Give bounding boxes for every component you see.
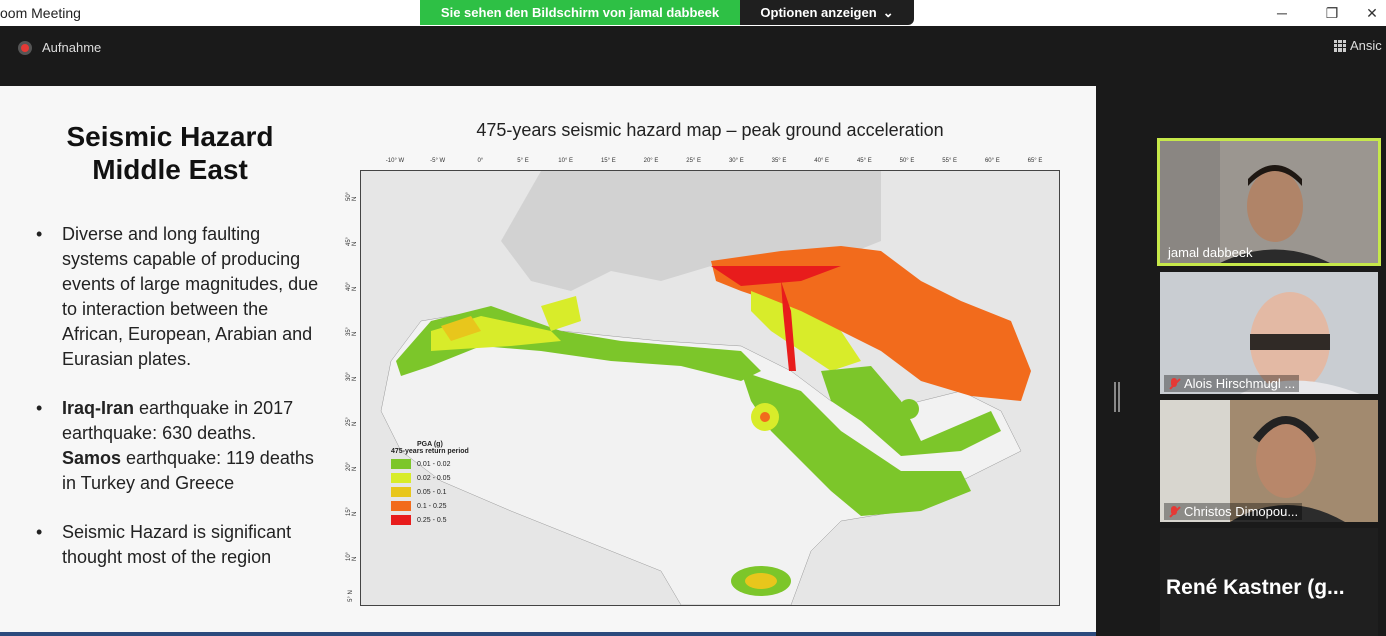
longitude-tick-label: 10° E — [558, 158, 574, 164]
legend-entry: 0.25 - 0.5 — [391, 515, 469, 525]
record-icon — [18, 40, 32, 55]
legend-entry: 0.1 - 0.25 — [391, 501, 469, 511]
view-options-button[interactable]: Optionen anzeigen ⌄ — [740, 0, 914, 25]
muted-mic-icon — [1168, 505, 1180, 518]
longitude-tick-label: -10° W — [385, 158, 405, 164]
latitude-tick-label: 40° N — [346, 281, 358, 291]
meeting-toolbar: Aufnahme Ansic — [0, 26, 1386, 86]
legend-swatch — [391, 473, 411, 483]
longitude-tick-label: 45° E — [856, 158, 872, 164]
view-options-label: Optionen anzeigen — [760, 5, 877, 20]
legend-swatch — [391, 487, 411, 497]
bullet-item: • Iraq-Iran earthquake in 2017 earthquak… — [36, 396, 326, 496]
legend-title: PGA (g) — [417, 441, 443, 448]
chevron-down-icon: ⌄ — [882, 4, 894, 20]
latitude-tick-label: 10° N — [346, 551, 358, 561]
participant-tile-active[interactable]: jamal dabbeek — [1157, 138, 1381, 266]
longitude-tick-label: 35° E — [771, 158, 787, 164]
legend-entry: 0.01 - 0.02 — [391, 459, 469, 469]
bullet-item: • Diverse and long faulting systems capa… — [36, 222, 326, 372]
legend-swatch — [391, 501, 411, 511]
panel-resize-handle[interactable] — [1114, 382, 1120, 412]
legend-entry: 0.05 - 0.1 — [391, 487, 469, 497]
shared-screen-slide: Seismic Hazard Middle East • Diverse and… — [0, 86, 1096, 632]
latitude-tick-label: 20° N — [346, 461, 358, 471]
latitude-tick-label: 50° N — [346, 191, 358, 201]
longitude-tick-label: -5° W — [430, 158, 446, 164]
participant-tile[interactable]: Alois Hirschmugl ... — [1160, 272, 1378, 394]
bullet-text: Diverse and long faulting systems capabl… — [62, 224, 319, 369]
longitude-tick-label: 55° E — [942, 158, 958, 164]
legend-entry: 0.02 - 0.05 — [391, 473, 469, 483]
latitude-tick-label: 15° N — [346, 506, 358, 516]
longitude-tick-label: 20° E — [643, 158, 659, 164]
restore-button[interactable]: ❐ — [1312, 0, 1352, 26]
legend-swatch — [391, 515, 411, 525]
window-title: oom Meeting — [0, 5, 81, 21]
record-button[interactable]: Aufnahme — [18, 40, 101, 55]
muted-mic-icon — [1168, 377, 1180, 390]
bullet-text: Iraq-Iran earthquake in 2017 earthquake:… — [62, 398, 314, 493]
record-label: Aufnahme — [42, 40, 102, 55]
bullet-marker: • — [36, 224, 43, 244]
close-button[interactable]: ✕ — [1352, 0, 1386, 26]
bullet-item: • Seismic Hazard is significant thought … — [36, 520, 326, 570]
gallery-grid-icon — [1334, 39, 1346, 52]
slide-title: Seismic Hazard Middle East — [30, 120, 310, 186]
bullet-marker: • — [36, 398, 43, 418]
slide-title-line2: Middle East — [92, 154, 248, 185]
legend-subtitle: 475-years return period — [391, 448, 469, 455]
participant-name-tag: Alois Hirschmugl ... — [1164, 375, 1300, 392]
participant-name: jamal dabbeek — [1168, 245, 1253, 260]
view-button[interactable]: Ansic — [1334, 38, 1382, 53]
bullet-text: Seismic Hazard is significant thought mo… — [62, 522, 292, 567]
longitude-tick-label: 50° E — [899, 158, 915, 164]
longitude-tick-label: 40° E — [814, 158, 830, 164]
legend-label: 0.05 - 0.1 — [417, 488, 447, 496]
participant-name: René Kastner (g... — [1166, 576, 1345, 599]
participant-name: Christos Dimopou... — [1184, 504, 1299, 519]
longitude-tick-label: 0° — [477, 158, 484, 164]
map-legend: PGA (g) 475-years return period 0.01 - 0… — [391, 441, 469, 529]
latitude-tick-label: 45° N — [346, 236, 358, 246]
latitude-axis: 50° N 45° N 40° N 35° N 30° N 25° N 20° N 15° N… — [345, 170, 359, 606]
latitude-tick-label: 30° N — [346, 371, 358, 381]
participant-name: Alois Hirschmugl ... — [1184, 376, 1296, 391]
screen-share-banner: Sie sehen den Bildschirm von jamal dabbe… — [420, 0, 740, 25]
hazard-map-graphic — [361, 171, 1059, 606]
legend-label: 0.1 - 0.25 — [417, 502, 447, 510]
longitude-axis: -10° W -5° W 0° 5° E 10° E 15° E 20° E 25° E 30°… — [360, 158, 1060, 168]
longitude-tick-label: 25° E — [686, 158, 702, 164]
longitude-tick-label: 15° E — [600, 158, 616, 164]
slide-title-line1: Seismic Hazard — [66, 121, 274, 152]
legend-swatch — [391, 459, 411, 469]
legend-label: 0.02 - 0.05 — [417, 474, 451, 482]
participant-tile-no-video[interactable]: René Kastner (g... — [1160, 528, 1378, 636]
window-title-bar: oom Meeting Sie sehen den Bildschirm von… — [0, 0, 1386, 26]
longitude-tick-label: 60° E — [984, 158, 1000, 164]
bullet-list: • Diverse and long faulting systems capa… — [36, 222, 326, 594]
participant-tile[interactable]: Christos Dimopou... — [1160, 400, 1378, 522]
longitude-tick-label: 30° E — [728, 158, 744, 164]
seismic-hazard-map: PGA (g) 475-years return period 0.01 - 0… — [360, 170, 1060, 606]
bullet-marker: • — [36, 522, 43, 542]
longitude-tick-label: 5° E — [517, 158, 529, 164]
minimize-button[interactable]: ─ — [1262, 0, 1302, 26]
latitude-tick-label: 25° N — [346, 416, 358, 426]
map-title: 475-years seismic hazard map – peak grou… — [476, 120, 944, 140]
latitude-tick-label: 35° N — [346, 326, 358, 336]
participant-name-tag: Christos Dimopou... — [1164, 503, 1303, 520]
legend-label: 0.25 - 0.5 — [417, 516, 447, 524]
longitude-tick-label: 65° E — [1027, 158, 1043, 164]
legend-label: 0.01 - 0.02 — [417, 460, 451, 468]
latitude-tick-label: 5° N — [347, 590, 354, 602]
view-label: Ansic — [1350, 38, 1382, 53]
slide-footer-strip — [0, 632, 1096, 636]
